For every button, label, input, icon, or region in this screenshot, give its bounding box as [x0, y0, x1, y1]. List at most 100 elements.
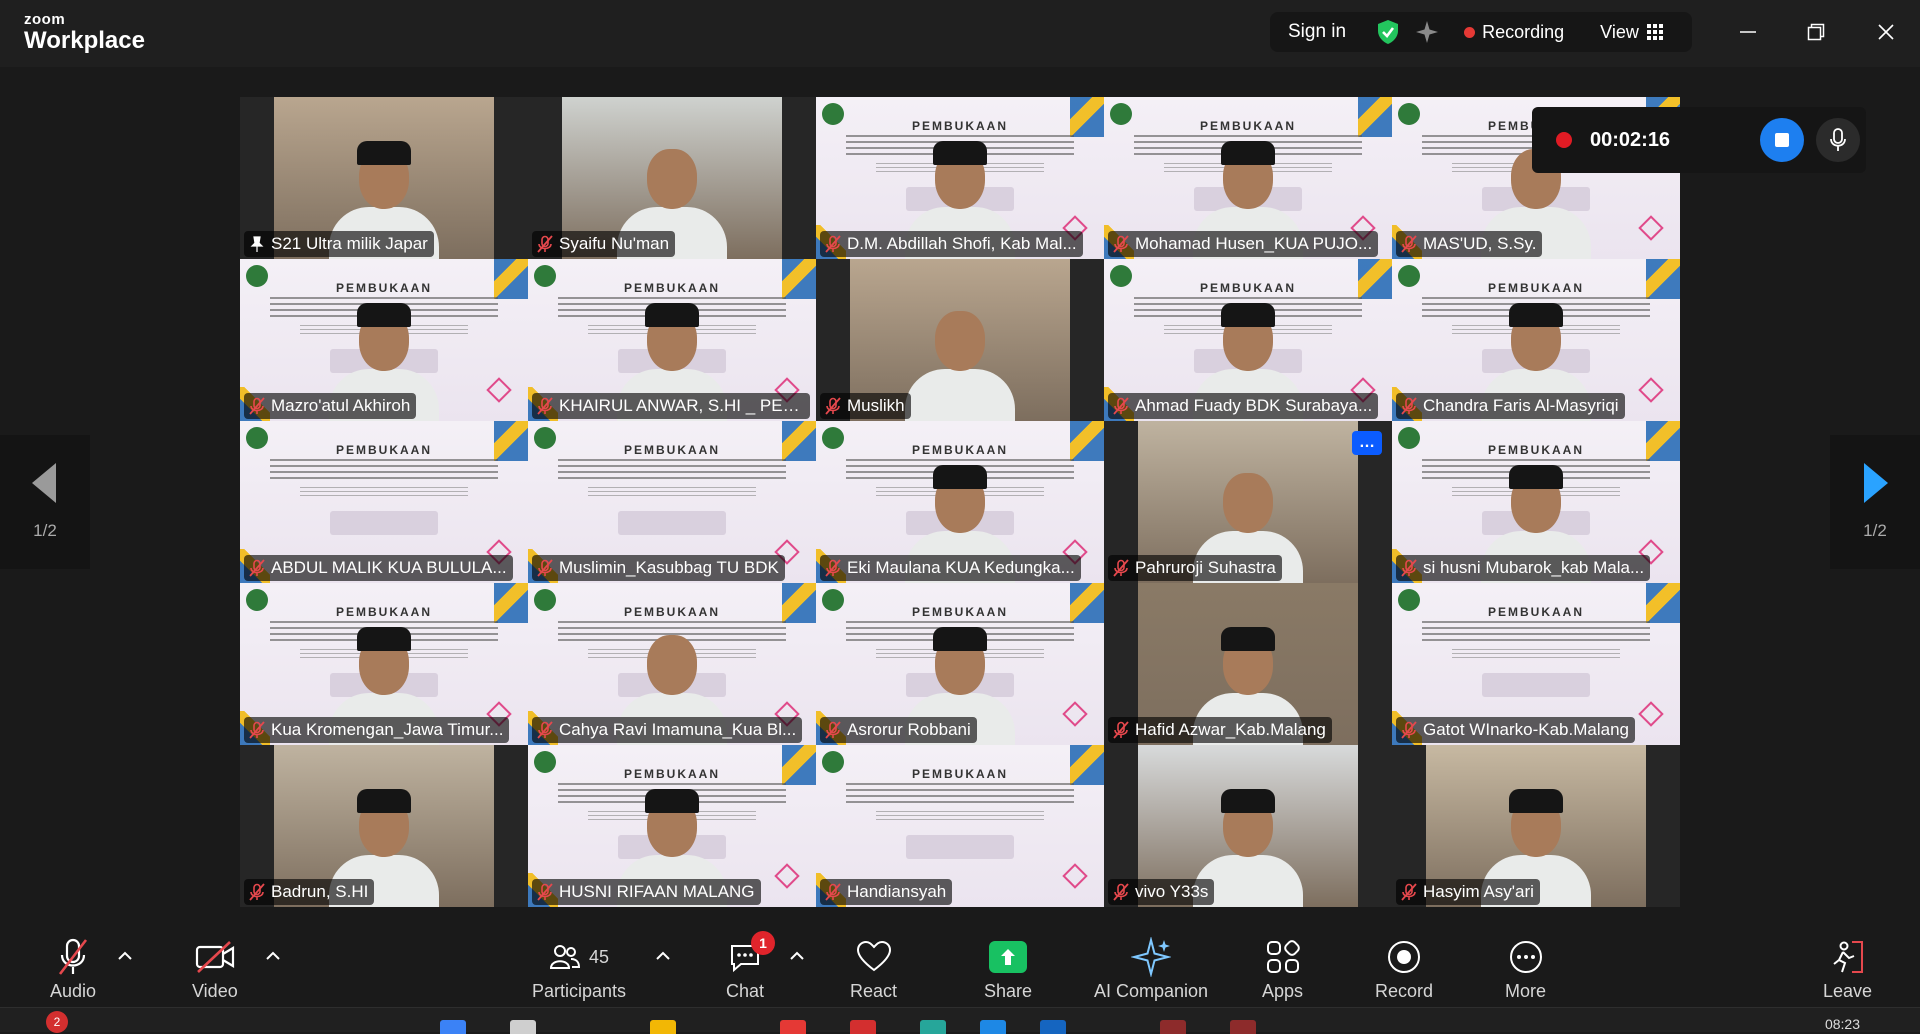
close-button[interactable]	[1866, 14, 1906, 50]
chat-unread-badge: 1	[751, 931, 776, 955]
minimize-icon	[1740, 31, 1756, 33]
participant-name: Cahya Ravi Imamuna_Kua Bl...	[559, 720, 797, 739]
audio-button[interactable]: Audio	[50, 935, 96, 1002]
participant-tile[interactable]: PEMBUKAAN Gatot WInarko-Kab.Malang	[1392, 583, 1680, 745]
participant-tile[interactable]: PEMBUKAAN Kua Kromengan_Jawa Timur...	[240, 583, 528, 745]
view-button[interactable]: View	[1600, 22, 1663, 43]
video-options-caret-icon[interactable]	[264, 949, 282, 963]
participant-tile[interactable]: PEMBUKAAN Cahya Ravi Imamuna_Kua Bl...	[528, 583, 816, 745]
participant-tile[interactable]: PEMBUKAAN Asrorur Robbani	[816, 583, 1104, 745]
minimize-button[interactable]	[1728, 14, 1768, 50]
participant-name-tag: KHAIRUL ANWAR, S.HI _ PEN...	[532, 393, 810, 419]
participants-icon-wrap: 45	[549, 935, 609, 979]
participants-button[interactable]: 45 Participants	[532, 935, 626, 1002]
participant-name-tag: Chandra Faris Al-Masyriqi	[1396, 393, 1625, 419]
stop-recording-button[interactable]	[1760, 118, 1805, 162]
grid-icon	[1646, 24, 1663, 40]
muted-mic-icon	[249, 721, 265, 739]
banner-title: PEMBUKAAN	[336, 443, 432, 457]
participant-name-tag: Pahruroji Suhastra	[1108, 555, 1282, 581]
participant-name-tag: Hafid Azwar_Kab.Malang	[1108, 717, 1332, 743]
restore-button[interactable]	[1796, 14, 1836, 50]
logo-workplace-text: Workplace	[24, 27, 145, 54]
more-icon	[1508, 935, 1544, 979]
leave-button[interactable]: Leave	[1823, 935, 1872, 1002]
participant-name-tag: Handiansyah	[820, 879, 953, 905]
share-screen-icon	[989, 941, 1028, 973]
chevron-right-icon	[1864, 463, 1888, 503]
previous-page-button[interactable]: 1/2	[0, 435, 90, 569]
participant-name: Kua Kromengan_Jawa Timur...	[271, 720, 504, 739]
participant-tile[interactable]: S21 Ultra milik Japar	[240, 97, 528, 259]
participant-tile[interactable]: PEMBUKAAN si husni Mubarok_kab Mala...	[1392, 421, 1680, 583]
participant-tile[interactable]: PEMBUKAAN D.M. Abdillah Shofi, Kab Mal...	[816, 97, 1104, 259]
sign-in-link[interactable]: Sign in	[1288, 21, 1346, 43]
more-button[interactable]: More	[1505, 935, 1546, 1002]
participant-name-tag: Muslikh	[820, 393, 911, 419]
participant-name-tag: ABDUL MALIK KUA BULULA...	[244, 555, 513, 581]
participant-name: vivo Y33s	[1135, 882, 1209, 901]
participant-tile[interactable]: PEMBUKAAN HUSNI RIFAAN MALANG	[528, 745, 816, 907]
meeting-stage: 1/2 S21 Ultra milik Japar Syaifu Nu'man PE…	[0, 67, 1920, 927]
video-label: Video	[192, 981, 238, 1001]
participant-tile[interactable]: PEMBUKAAN ABDUL MALIK KUA BULULA...	[240, 421, 528, 583]
next-page-button[interactable]: 1/2	[1830, 435, 1920, 569]
muted-mic-icon	[249, 883, 265, 901]
banner-title: PEMBUKAAN	[912, 119, 1008, 133]
participant-tile[interactable]: PEMBUKAAN Muslimin_Kasubbag TU BDK	[528, 421, 816, 583]
share-button[interactable]: Share	[984, 935, 1032, 1002]
participant-name-tag: Cahya Ravi Imamuna_Kua Bl...	[532, 717, 803, 743]
muted-mic-icon	[1401, 721, 1417, 739]
participant-tile[interactable]: PEMBUKAAN Chandra Faris Al-Masyriqi	[1392, 259, 1680, 421]
react-button[interactable]: React	[850, 935, 897, 1002]
muted-mic-icon	[1401, 559, 1417, 577]
participant-tile[interactable]: PEMBUKAAN KHAIRUL ANWAR, S.HI _ PEN...	[528, 259, 816, 421]
participants-options-caret-icon[interactable]	[654, 949, 672, 963]
meeting-toolbar: Audio Video 45 Participants 1 Chat React	[0, 927, 1920, 1007]
participant-name: Ahmad Fuady BDK Surabaya...	[1135, 396, 1373, 415]
recording-mic-button[interactable]	[1816, 118, 1861, 162]
participant-tile[interactable]: PEMBUKAAN Mohamad Husen_KUA PUJO...	[1104, 97, 1392, 259]
participant-tile[interactable]: PEMBUKAAN Mazro'atul Akhiroh	[240, 259, 528, 421]
tile-more-options-button[interactable]: …	[1352, 431, 1382, 455]
participant-name-tag: MAS'UD, S.Sy.	[1396, 231, 1543, 257]
zoom-logo: zoom Workplace	[24, 12, 145, 53]
banner-title: PEMBUKAAN	[912, 767, 1008, 781]
banner-title: PEMBUKAAN	[624, 605, 720, 619]
record-button[interactable]: Record	[1375, 935, 1433, 1002]
banner-title: PEMBUKAAN	[912, 443, 1008, 457]
page-indicator-right: 1/2	[1863, 521, 1887, 540]
participant-name-tag: D.M. Abdillah Shofi, Kab Mal...	[820, 231, 1083, 257]
participant-tile[interactable]: PEMBUKAAN Eki Maulana KUA Kedungka...	[816, 421, 1104, 583]
muted-mic-icon	[825, 559, 841, 577]
participant-tile[interactable]: Badrun, S.HI	[240, 745, 528, 907]
ai-companion-button[interactable]: AI Companion	[1094, 935, 1208, 1002]
participant-name: KHAIRUL ANWAR, S.HI _ PEN...	[559, 396, 804, 415]
chat-button[interactable]: 1 Chat	[726, 931, 776, 1002]
page-indicator-left: 1/2	[33, 521, 57, 540]
participant-tile[interactable]: vivo Y33s	[1104, 745, 1392, 907]
participant-tile[interactable]: Hafid Azwar_Kab.Malang	[1104, 583, 1392, 745]
video-button[interactable]: Video	[192, 935, 238, 1002]
recording-label[interactable]: Recording	[1482, 22, 1564, 43]
participant-tile[interactable]: Hasyim Asy'ari	[1392, 745, 1680, 907]
participant-tile[interactable]: PEMBUKAAN Ahmad Fuady BDK Surabaya...	[1104, 259, 1392, 421]
participant-name-tag: Kua Kromengan_Jawa Timur...	[244, 717, 510, 743]
participant-tile[interactable]: … Pahruroji Suhastra	[1104, 421, 1392, 583]
participant-name: Muslimin_Kasubbag TU BDK	[559, 558, 779, 577]
apps-label: Apps	[1262, 981, 1304, 1001]
banner-title: PEMBUKAAN	[1200, 119, 1296, 133]
muted-microphone-icon	[57, 935, 89, 979]
participant-tile[interactable]: PEMBUKAAN Handiansyah	[816, 745, 1104, 907]
participant-tile[interactable]: Syaifu Nu'man	[528, 97, 816, 259]
participant-name: S21 Ultra milik Japar	[271, 234, 428, 253]
muted-mic-icon	[1401, 883, 1417, 901]
participant-tile[interactable]: Muslikh	[816, 259, 1104, 421]
apps-button[interactable]: Apps	[1262, 935, 1303, 1002]
ai-sparkle-icon[interactable]	[1414, 19, 1440, 45]
audio-options-caret-icon[interactable]	[116, 949, 134, 963]
participant-name: Hafid Azwar_Kab.Malang	[1135, 720, 1326, 739]
view-label: View	[1600, 21, 1639, 42]
chat-options-caret-icon[interactable]	[788, 949, 806, 963]
security-shield-icon[interactable]	[1376, 19, 1400, 45]
